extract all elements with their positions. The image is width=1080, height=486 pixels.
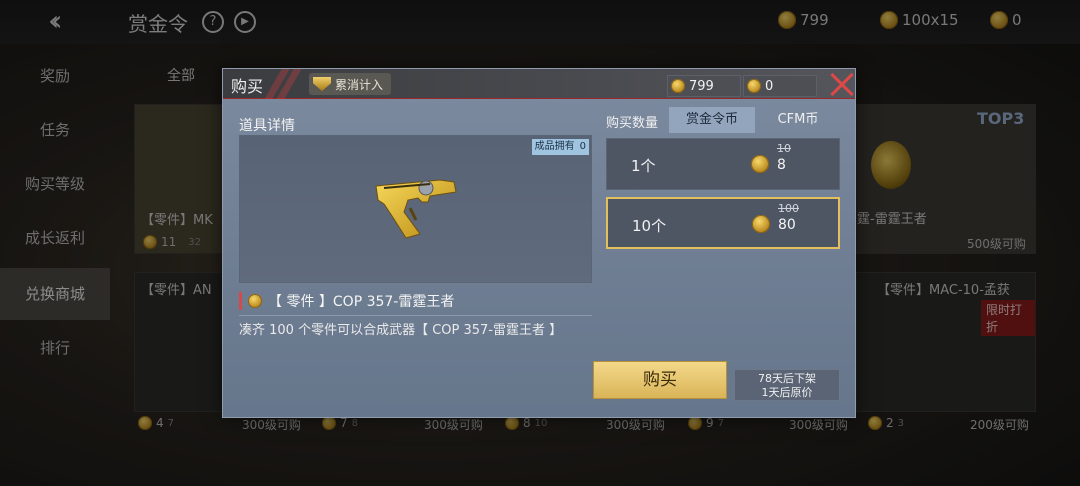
quantity-option-10[interactable]: 10个 100 80	[606, 197, 840, 249]
item-title-row: 【 零件 】COP 357-雷霆王者	[239, 290, 592, 312]
pistol-image	[375, 179, 457, 239]
buy-button[interactable]: 购买	[593, 361, 727, 399]
rank-chevron-icon	[313, 77, 331, 91]
close-icon[interactable]	[823, 69, 857, 101]
dialog-header: 购买 累消计入 799 0	[223, 69, 855, 99]
price-coin-icon	[752, 215, 770, 233]
quantity-label: 购买数量	[606, 116, 659, 131]
coin-icon	[671, 79, 685, 93]
item-name: 【 零件 】COP 357-雷霆王者	[268, 294, 455, 310]
sale-timer: 78天后下架 1天后原价	[734, 369, 840, 401]
item-description: 凑齐 100 个零件可以合成武器【 COP 357-雷霆王者 】	[239, 315, 592, 338]
accumulate-badge: 累消计入	[309, 73, 392, 95]
item-preview: 成品拥有 0	[239, 135, 592, 283]
quantity-option-1[interactable]: 1个 10 8	[606, 138, 840, 190]
tab-bounty-coin[interactable]: 赏金令币	[669, 107, 755, 133]
detail-label: 道具详情	[239, 118, 295, 134]
cfm-balance: 0	[743, 75, 817, 97]
coin-balance: 799	[667, 75, 741, 97]
tab-cfm-coin[interactable]: CFM币	[755, 107, 841, 133]
part-icon	[248, 294, 262, 308]
cfm-coin-icon	[747, 79, 761, 93]
dialog-title: 购买	[231, 77, 264, 96]
purchase-dialog: 购买 累消计入 799 0 道具详情 成品拥有 0 【 零件 】COP 357-…	[222, 68, 856, 418]
price-coin-icon	[751, 155, 769, 173]
owned-badge: 成品拥有 0	[531, 139, 589, 155]
